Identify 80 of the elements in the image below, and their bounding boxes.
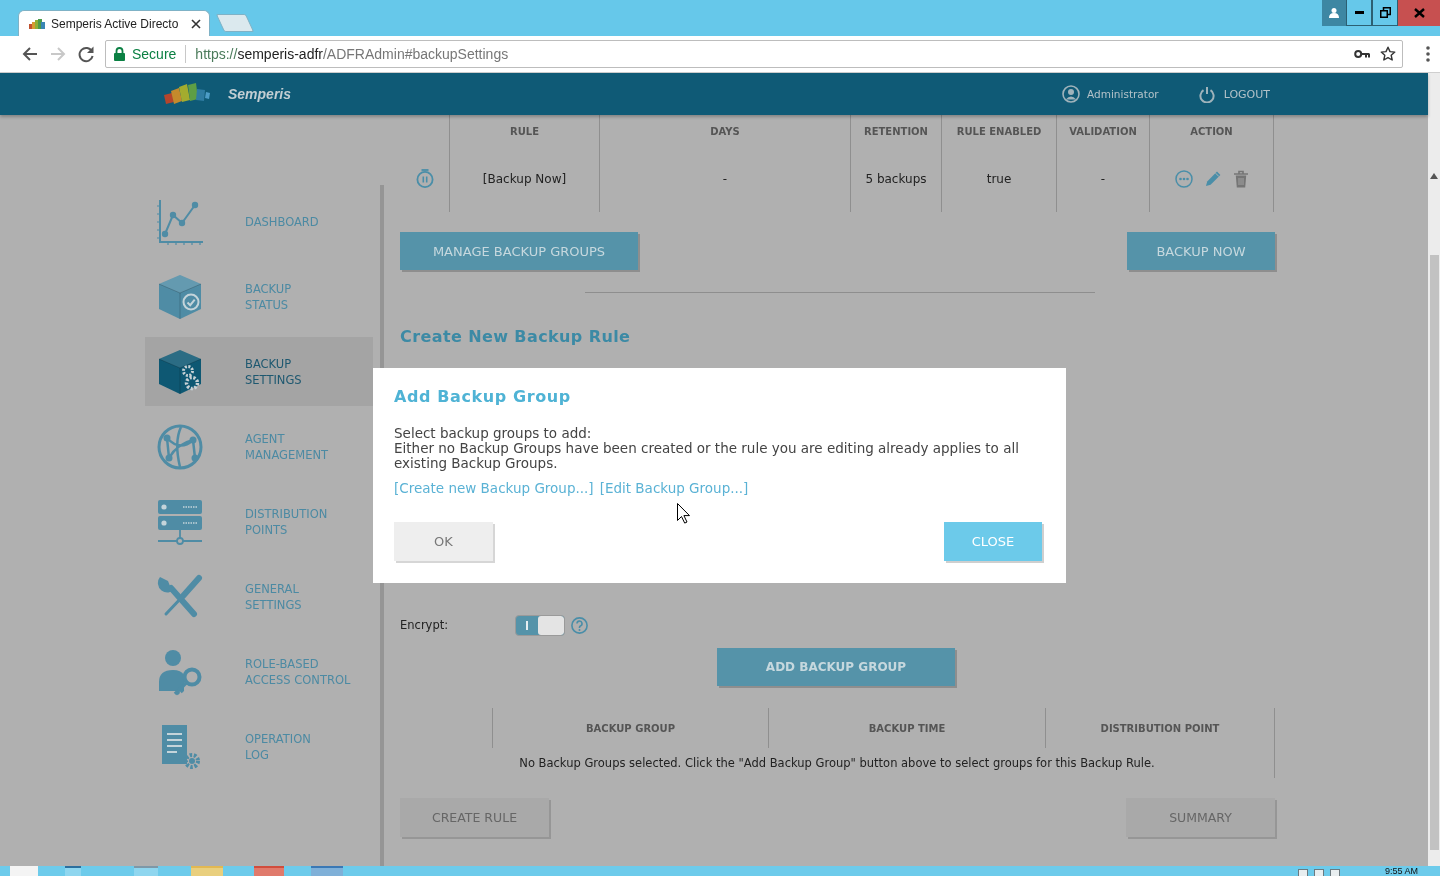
minimize-button[interactable] — [1346, 0, 1372, 26]
table-cell: [Backup Now] — [449, 145, 599, 212]
brand-name: Semperis — [228, 86, 292, 102]
trash-icon[interactable] — [1234, 169, 1248, 188]
user-icon — [1329, 8, 1339, 18]
summary-button[interactable]: SUMMARY — [1126, 798, 1275, 837]
dialog-text: Select backup groups to add: — [394, 426, 593, 441]
backup-now-button[interactable]: BACKUP NOW — [1127, 232, 1275, 270]
reload-icon[interactable] — [76, 44, 96, 64]
sidebar-item[interactable]: DISTRIBUTION POINTS — [145, 487, 373, 556]
manage-backup-groups-button[interactable]: MANAGE BACKUP GROUPS — [400, 232, 638, 270]
scroll-up-icon[interactable] — [1430, 173, 1438, 179]
sidebar-item[interactable]: ROLE-BASED ACCESS CONTROL — [145, 637, 373, 706]
user-menu[interactable]: Administrator — [1062, 85, 1159, 103]
taskbar-app-icon[interactable] — [311, 866, 343, 876]
sidebar-item[interactable]: BACKUP STATUS — [145, 262, 373, 331]
menu-icon[interactable] — [1426, 46, 1430, 62]
close-window-button[interactable] — [1398, 0, 1440, 26]
column-header: BACKUP TIME — [768, 708, 1045, 748]
column-header: DISTRIBUTION POINT — [1045, 708, 1275, 748]
power-icon — [1198, 85, 1215, 103]
logo-icon — [29, 17, 45, 30]
column-header: RULE ENABLED — [941, 115, 1056, 145]
sidebar-item[interactable]: BACKUP SETTINGS — [145, 337, 373, 406]
minimize-icon — [1354, 11, 1364, 14]
more-options-icon[interactable] — [1175, 169, 1193, 188]
tray-icon[interactable] — [1313, 869, 1324, 876]
close-button[interactable]: CLOSE — [944, 522, 1042, 561]
sidebar-item[interactable]: OPERATION LOG — [145, 712, 373, 781]
column-header: RETENTION — [850, 115, 941, 145]
user-icon — [1062, 85, 1081, 103]
table-cell: - — [1056, 145, 1149, 212]
column-header: BACKUP GROUP — [492, 708, 768, 748]
clock: 9:55 AM — [1384, 866, 1418, 876]
lock-icon — [114, 47, 125, 61]
column-header: RULE — [449, 115, 599, 145]
table-cell: true — [941, 145, 1056, 212]
close-icon[interactable] — [191, 18, 201, 29]
restore-icon — [1379, 7, 1391, 18]
security-label: Secure — [132, 46, 177, 62]
logo-icon[interactable] — [163, 81, 211, 107]
edit-backup-group-link[interactable]: [Edit Backup Group...] — [599, 481, 749, 496]
bookmark-star-icon[interactable] — [1380, 46, 1396, 62]
add-backup-group-button[interactable]: ADD BACKUP GROUP — [717, 648, 955, 686]
toggle-switch[interactable] — [515, 614, 565, 636]
account-button[interactable] — [1322, 0, 1346, 26]
create-backup-group-link[interactable]: [Create new Backup Group...] — [394, 481, 594, 496]
dialog-title: Add Backup Group — [394, 386, 571, 408]
sidebar-item[interactable]: GENERAL SETTINGS — [145, 562, 373, 631]
field-label: Encrypt: — [400, 618, 450, 632]
taskbar-app-icon[interactable] — [65, 866, 81, 876]
help-icon[interactable] — [571, 616, 588, 634]
tray-icon[interactable] — [1297, 869, 1308, 876]
logout-link[interactable]: LOGOUT — [1198, 85, 1270, 103]
ok-button[interactable]: OK — [394, 522, 493, 561]
edit-pencil-icon[interactable] — [1205, 170, 1222, 187]
create-rule-button[interactable]: CREATE RULE — [400, 798, 549, 837]
section-title: Create New Backup Rule — [400, 327, 631, 347]
dialog-text: Either no Backup Groups have been created or the rule you are editing already applies to all existing Backup Groups. — [394, 441, 1020, 471]
column-header: VALIDATION — [1056, 115, 1149, 145]
taskbar-app-icon[interactable] — [134, 866, 158, 876]
column-header: ACTION — [1149, 115, 1274, 145]
tray-icon[interactable] — [1329, 869, 1340, 876]
start-button[interactable] — [10, 866, 38, 876]
url-text: https://semperis-adfr/ADFRAdmin#backupSettings — [195, 46, 509, 62]
scrollbar[interactable] — [1428, 73, 1440, 866]
browser-tab[interactable]: Semperis Active Directo — [18, 10, 210, 36]
key-icon[interactable] — [1354, 49, 1370, 59]
column-header: DAYS — [599, 115, 850, 145]
close-icon — [1413, 8, 1425, 18]
empty-table-message: No Backup Groups selected. Click the "Add Backup Group" button above to select groups for this Backup Rule. — [400, 748, 1275, 778]
sidebar-item[interactable]: DASHBOARD — [145, 187, 373, 256]
stopwatch-icon — [415, 169, 434, 188]
restore-button[interactable] — [1372, 0, 1398, 26]
sidebar-item[interactable]: AGENT MANAGEMENT — [145, 412, 373, 481]
table-cell: 5 backups — [850, 145, 941, 212]
scrollbar-thumb[interactable] — [1429, 255, 1439, 850]
table-cell: - — [599, 145, 850, 212]
address-bar[interactable]: Secure https://semperis-adfr/ADFRAdmin#backupSettings — [105, 40, 1403, 68]
cursor-icon — [677, 503, 690, 524]
